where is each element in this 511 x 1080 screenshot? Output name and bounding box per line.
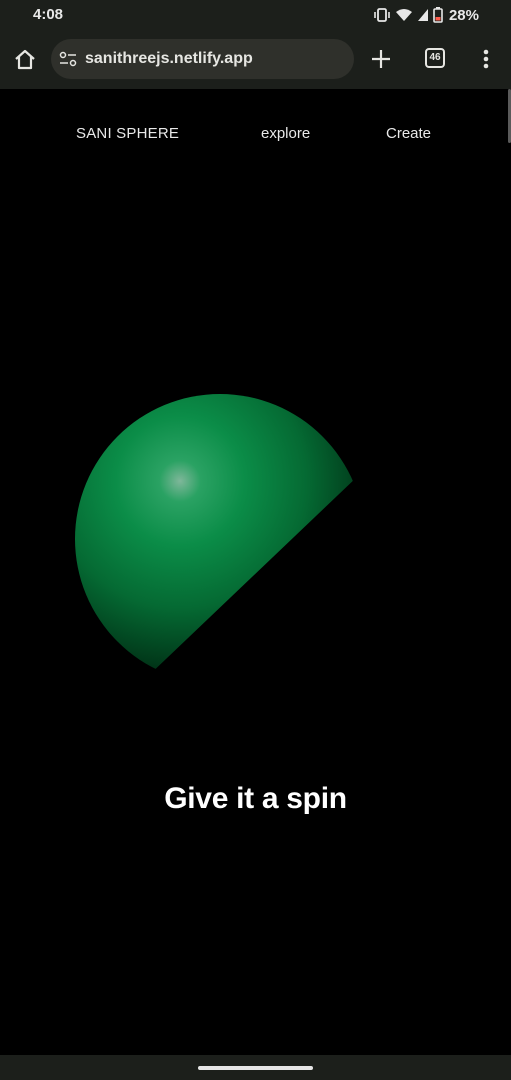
- home-icon[interactable]: [12, 47, 38, 73]
- hero-headline: Give it a spin: [164, 782, 347, 815]
- status-bar: 4:08 28%: [0, 0, 511, 30]
- sphere-shape: [75, 394, 365, 679]
- site-settings-icon[interactable]: [59, 51, 77, 67]
- page-content: SANI SPHERE explore Create Give it a spi…: [0, 89, 511, 1055]
- url-text: sanithreejs.netlify.app: [85, 50, 253, 67]
- signal-icon: [417, 9, 428, 21]
- wifi-icon: [395, 9, 412, 21]
- tab-count: 46: [429, 52, 441, 63]
- battery-percent: 28%: [448, 6, 479, 24]
- more-vert-icon[interactable]: [476, 48, 496, 70]
- nav-explore-link[interactable]: explore: [261, 125, 310, 142]
- browser-toolbar: sanithreejs.netlify.app 46: [0, 30, 511, 89]
- address-bar[interactable]: sanithreejs.netlify.app: [51, 39, 354, 79]
- vibrate-icon: [374, 8, 390, 22]
- nav-create-link[interactable]: Create: [386, 125, 431, 142]
- status-time: 4:08: [33, 6, 64, 23]
- battery-icon: [433, 7, 443, 23]
- gesture-handle[interactable]: [198, 1066, 313, 1070]
- gesture-nav-bar: [0, 1055, 511, 1080]
- nav-brand-link[interactable]: SANI SPHERE: [76, 125, 179, 142]
- plus-icon[interactable]: [369, 47, 393, 71]
- tab-switcher-icon[interactable]: 46: [425, 48, 445, 68]
- sphere-canvas[interactable]: [0, 389, 511, 679]
- status-icons: 28%: [373, 5, 479, 25]
